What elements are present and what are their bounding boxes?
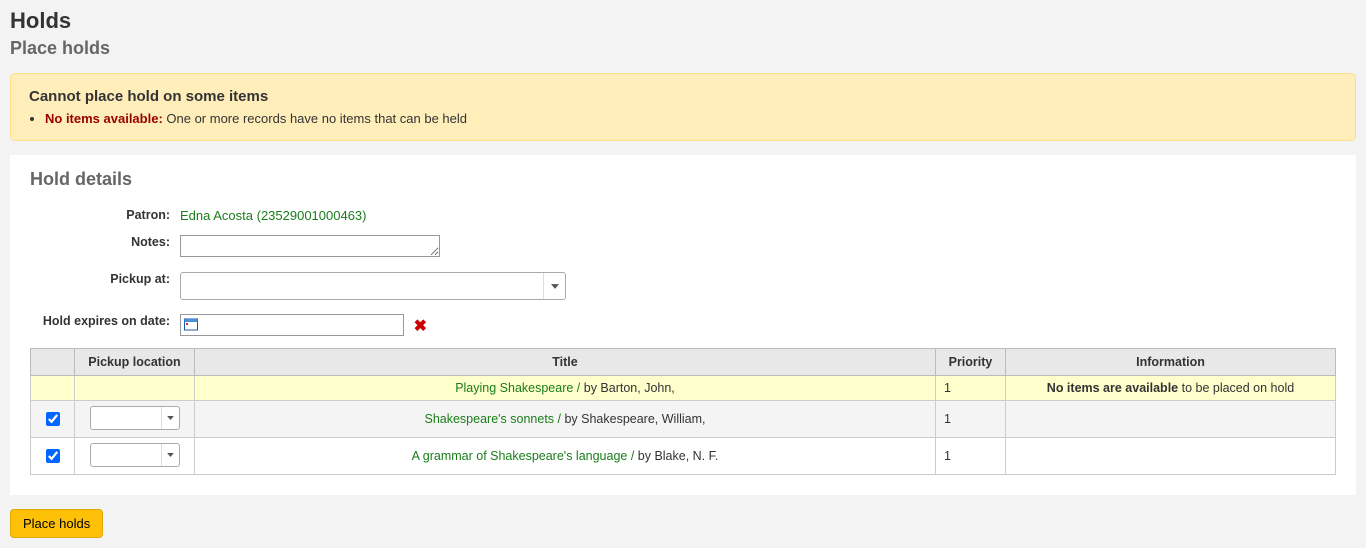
expires-date-input[interactable] [180,314,404,336]
notes-row: Notes: [30,231,1336,260]
row-pickup-select[interactable] [90,406,180,430]
row-info-strong: No items are available [1047,381,1178,395]
chevron-down-icon [161,444,179,466]
row-pickup-cell [75,401,195,438]
row-check-cell [31,376,75,401]
clear-date-icon[interactable]: ✖ [414,316,427,336]
expires-label: Hold expires on date: [30,310,180,328]
item-title-link[interactable]: Shakespeare's sonnets / [424,412,561,426]
th-check [31,349,75,376]
page-subtitle: Place holds [10,38,1356,59]
pickup-label: Pickup at: [30,268,180,286]
chevron-down-icon [161,407,179,429]
row-info [1006,401,1336,438]
pickup-row: Pickup at: [30,268,1336,302]
notes-label: Notes: [30,231,180,249]
row-pickup-cell [75,438,195,475]
chevron-down-icon [543,273,565,299]
pickup-select[interactable] [180,272,566,300]
row-pickup-cell [75,376,195,401]
row-pickup-select[interactable] [90,443,180,467]
row-info: No items are available to be placed on h… [1006,376,1336,401]
item-author: by Barton, John, [580,381,675,395]
expires-row: Hold expires on date: ✖ [30,310,1336,336]
calendar-icon [184,317,198,331]
holds-table: Pickup location Title Priority Informati… [30,348,1336,475]
row-info [1006,438,1336,475]
th-title: Title [195,349,936,376]
alert-box: Cannot place hold on some items No items… [10,73,1356,141]
page-title: Holds [10,8,1356,34]
place-holds-button[interactable]: Place holds [10,509,103,538]
pickup-select-value [181,273,543,299]
item-title-link[interactable]: Playing Shakespeare / [455,381,580,395]
table-row: A grammar of Shakespeare's language / by… [31,438,1336,475]
alert-item-rest: One or more records have no items that c… [163,111,467,126]
alert-title: Cannot place hold on some items [29,88,1337,105]
alert-item: No items available: One or more records … [45,111,1337,126]
row-checkbox[interactable] [46,412,60,426]
row-pickup-value [91,407,161,429]
row-check-cell [31,438,75,475]
table-row: Playing Shakespeare / by Barton, John, 1… [31,376,1336,401]
item-author: by Blake, N. F. [634,449,718,463]
hold-details-panel: Hold details Patron: Edna Acosta (235290… [10,155,1356,495]
th-information: Information [1006,349,1336,376]
alert-list: No items available: One or more records … [45,111,1337,126]
item-author: by Shakespeare, William, [561,412,706,426]
row-info-rest: to be placed on hold [1178,381,1294,395]
row-priority: 1 [936,401,1006,438]
row-priority: 1 [936,438,1006,475]
row-check-cell [31,401,75,438]
notes-input[interactable] [180,235,440,257]
th-priority: Priority [936,349,1006,376]
th-pickup: Pickup location [75,349,195,376]
row-pickup-value [91,444,161,466]
row-title-cell: Shakespeare's sonnets / by Shakespeare, … [195,401,936,438]
row-priority: 1 [936,376,1006,401]
row-title-cell: Playing Shakespeare / by Barton, John, [195,376,936,401]
item-title-link[interactable]: A grammar of Shakespeare's language / [412,449,635,463]
alert-item-strong: No items available: [45,111,163,126]
table-row: Shakespeare's sonnets / by Shakespeare, … [31,401,1336,438]
hold-details-heading: Hold details [30,169,1336,190]
patron-label: Patron: [30,204,180,222]
row-title-cell: A grammar of Shakespeare's language / by… [195,438,936,475]
patron-link[interactable]: Edna Acosta (23529001000463) [180,208,367,223]
patron-row: Patron: Edna Acosta (23529001000463) [30,204,1336,223]
row-checkbox[interactable] [46,449,60,463]
